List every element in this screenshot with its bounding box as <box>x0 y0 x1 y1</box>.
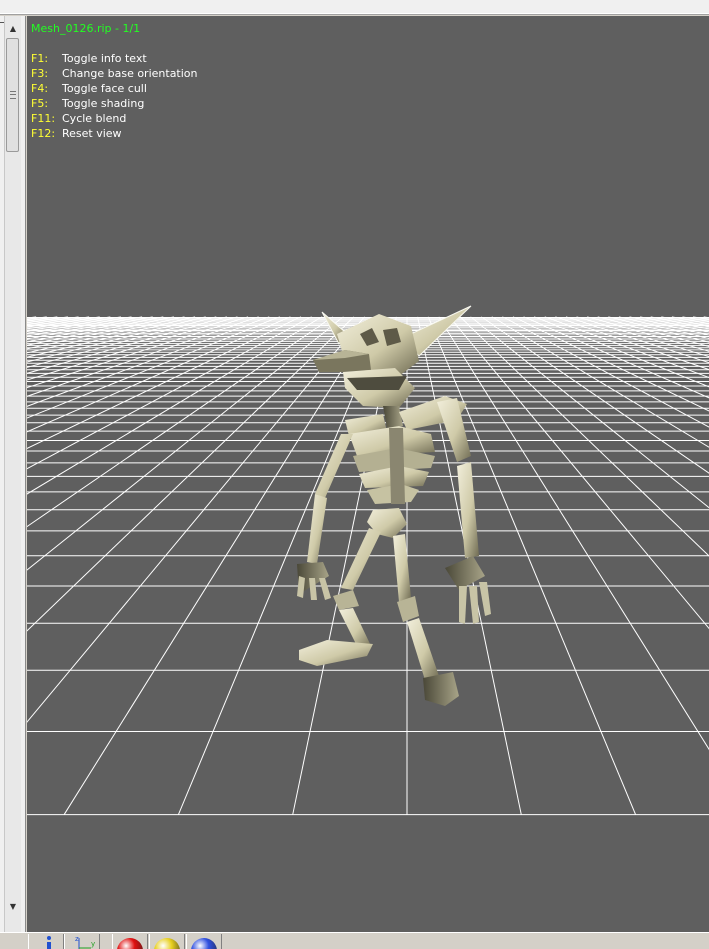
grid-line <box>27 316 334 528</box>
help-row: F4: Toggle face cull <box>31 81 198 96</box>
grid-line <box>27 316 206 363</box>
grid-line <box>703 316 709 319</box>
grid-line <box>650 316 709 330</box>
scene-canvas[interactable] <box>27 16 709 932</box>
3d-viewport[interactable]: Mesh_0126.rip - 1/1 F1: Toggle info text F… <box>27 16 709 932</box>
grid-line <box>27 316 217 368</box>
axis-label-y: y <box>91 940 95 948</box>
help-key: F12: <box>31 127 56 140</box>
yellow-sphere-button[interactable] <box>149 934 185 949</box>
help-label: Toggle shading <box>62 97 145 110</box>
grid-line <box>586 316 709 352</box>
grid-line <box>27 316 249 389</box>
blue-sphere-button[interactable] <box>186 934 222 949</box>
grid-line <box>27 316 90 328</box>
grip-icon <box>9 91 16 99</box>
grid-line <box>27 316 132 337</box>
grid-line <box>63 316 376 815</box>
help-key: F11: <box>31 112 56 125</box>
grid-line <box>555 316 709 371</box>
help-label: Cycle blend <box>62 112 127 125</box>
grid-line <box>27 316 79 326</box>
grid-line <box>27 316 143 340</box>
grid-line <box>480 316 709 474</box>
red-sphere-button[interactable] <box>112 934 148 949</box>
help-label: Reset view <box>62 127 122 140</box>
grid-line <box>27 316 270 407</box>
help-key: F3: <box>31 67 49 80</box>
grid-line <box>459 316 709 557</box>
top-bar <box>0 0 709 15</box>
grid-line <box>27 316 312 470</box>
help-label: Toggle info text <box>62 52 147 65</box>
grid-line <box>27 316 185 354</box>
scroll-down-arrow-icon[interactable]: ▼ <box>5 898 21 914</box>
scroll-thumb[interactable] <box>6 38 19 152</box>
help-key: F5: <box>31 97 49 110</box>
help-row: F5: Toggle shading <box>31 96 198 111</box>
info-icon <box>47 936 51 949</box>
help-row: F1: Toggle info text <box>31 51 198 66</box>
help-label: Toggle face cull <box>62 82 147 95</box>
yellow-sphere-icon <box>154 938 180 949</box>
help-key: F1: <box>31 52 49 65</box>
grid-line <box>27 316 174 350</box>
help-label: Change base orientation <box>62 67 198 80</box>
grid-line <box>502 316 709 428</box>
help-text: F1: Toggle info text F3: Change base orient… <box>31 51 198 141</box>
grid-line <box>491 316 709 448</box>
axis-tool-button[interactable]: z y <box>64 934 100 949</box>
axis-label-z: z <box>75 935 79 943</box>
help-row: F11: Cycle blend <box>31 111 198 126</box>
red-sphere-icon <box>117 938 143 949</box>
blue-sphere-icon <box>191 938 217 949</box>
grid-line <box>27 316 238 381</box>
help-key: F4: <box>31 82 49 95</box>
grid-line <box>448 316 709 630</box>
grid-line <box>640 316 709 333</box>
grid-line <box>27 316 323 495</box>
left-panel: ▲ ▼ <box>0 16 26 932</box>
scroll-up-arrow-icon[interactable]: ▲ <box>5 20 21 36</box>
bottom-toolbar: z y <box>0 932 709 949</box>
axis-icon: z y <box>75 935 95 949</box>
vertical-scrollbar[interactable]: ▲ ▼ <box>4 16 21 932</box>
grid-line <box>27 316 47 321</box>
grid-line <box>544 316 709 379</box>
grid-line <box>27 316 100 330</box>
help-row: F12: Reset view <box>31 126 198 141</box>
help-row: F3: Change base orientation <box>31 66 198 81</box>
grid-line <box>27 316 344 571</box>
info-tool-button[interactable] <box>28 934 64 949</box>
grid-line <box>533 316 709 388</box>
grid-line <box>512 316 709 412</box>
grid-line <box>27 316 153 343</box>
file-name-label: Mesh_0126.rip - 1/1 <box>31 22 141 35</box>
grid-line <box>565 316 709 364</box>
grid-line <box>597 316 709 348</box>
grid-line <box>27 316 281 419</box>
